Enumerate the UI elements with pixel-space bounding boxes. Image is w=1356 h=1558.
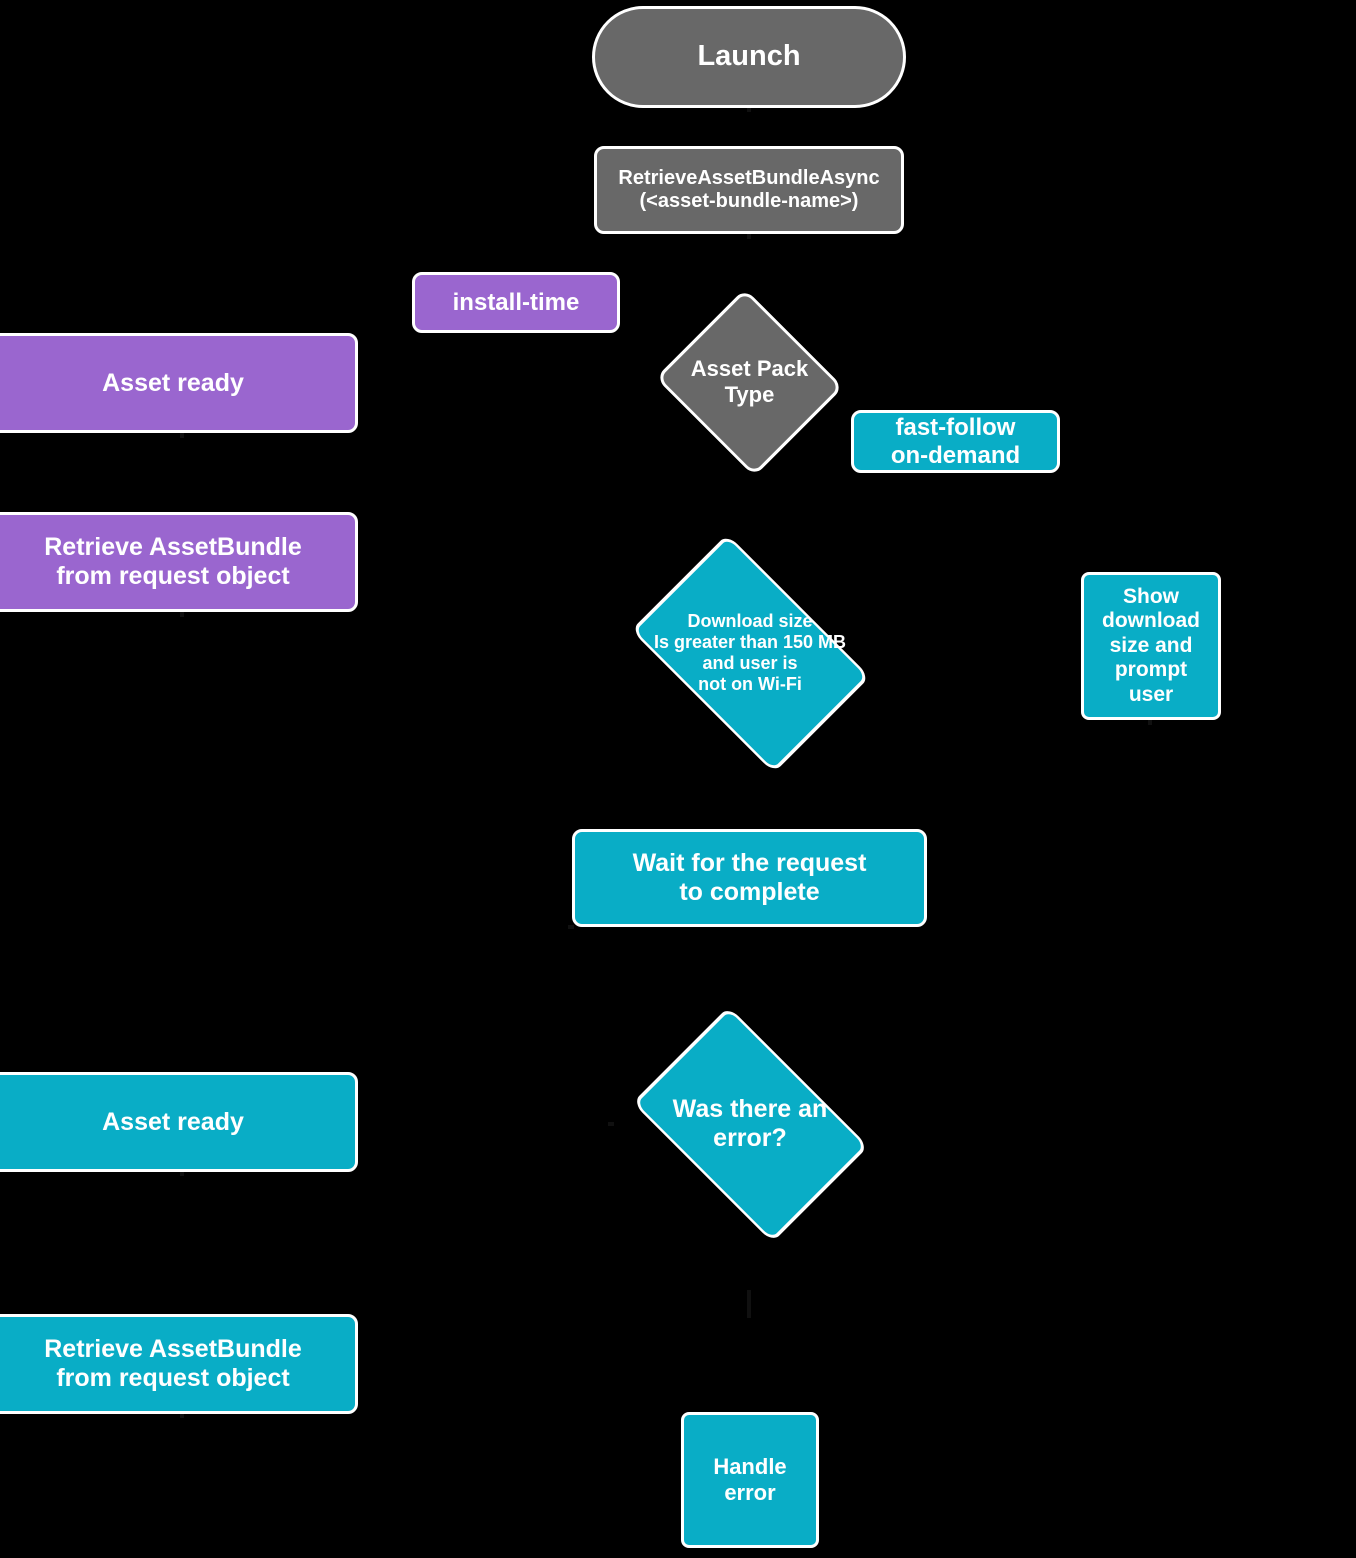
node-download-size-check[interactable]: Download size Is greater than 150 MB and… bbox=[607, 533, 893, 773]
node-retrieve-asset-bundle-async[interactable]: RetrieveAssetBundleAsync (<asset-bundle-… bbox=[594, 146, 904, 234]
connector-wait-stub bbox=[568, 925, 574, 929]
connector-error-to-handle bbox=[747, 1290, 751, 1318]
node-launch[interactable]: Launch bbox=[592, 6, 906, 108]
download-size-diamond-face bbox=[630, 533, 870, 773]
node-asset-ready-install-time[interactable]: Asset ready bbox=[0, 333, 358, 433]
was-there-error-diamond-face bbox=[631, 1005, 869, 1243]
node-show-download-size-prompt[interactable]: Show download size and prompt user bbox=[1081, 572, 1221, 720]
node-handle-error[interactable]: Handle error bbox=[681, 1412, 819, 1548]
node-wait-for-request[interactable]: Wait for the request to complete bbox=[572, 829, 927, 927]
node-retrieve-assetbundle-ondemand[interactable]: Retrieve AssetBundle from request object bbox=[0, 1314, 358, 1414]
asset-pack-type-diamond-face bbox=[655, 287, 844, 477]
label-install-time[interactable]: install-time bbox=[412, 272, 620, 333]
node-retrieve-assetbundle-install-time[interactable]: Retrieve AssetBundle from request object bbox=[0, 512, 358, 612]
flowchart-canvas: Launch RetrieveAssetBundleAsync (<asset-… bbox=[0, 0, 1356, 1558]
label-fast-follow-on-demand[interactable]: fast-follow on-demand bbox=[851, 410, 1060, 473]
node-was-there-an-error[interactable]: Was there an error? bbox=[610, 1005, 890, 1243]
node-asset-ready-ondemand[interactable]: Asset ready bbox=[0, 1072, 358, 1172]
node-asset-pack-type[interactable]: Asset Pack Type bbox=[651, 287, 848, 477]
